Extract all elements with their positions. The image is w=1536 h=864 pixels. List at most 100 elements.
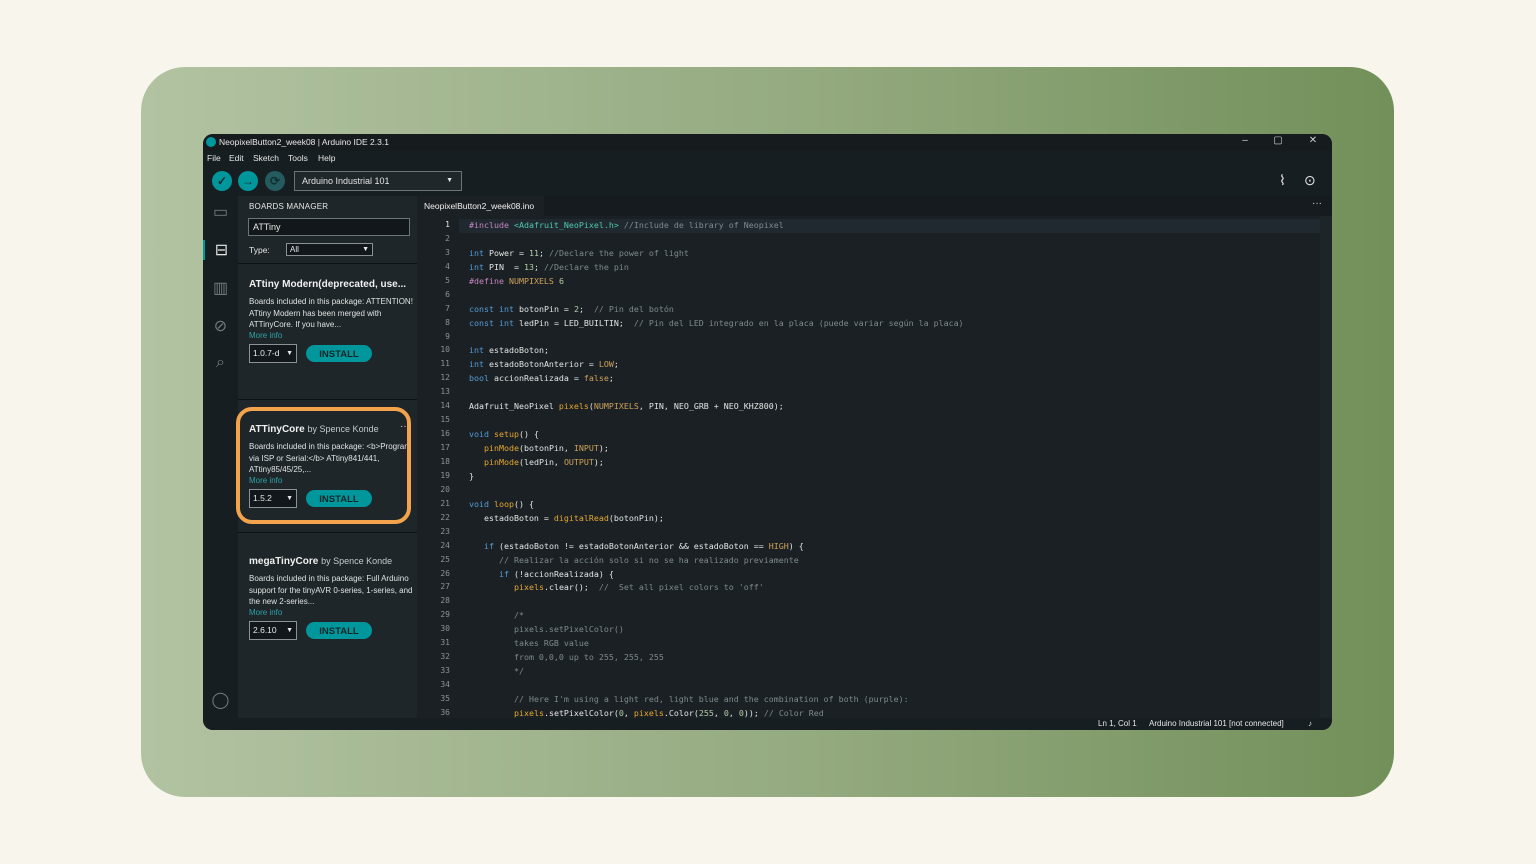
menu-sketch[interactable]: Sketch — [253, 153, 279, 163]
code-line[interactable]: // Here I'm using a light red, light blu… — [469, 692, 909, 706]
profile-button[interactable]: ◯ — [203, 690, 238, 710]
menu-tools[interactable]: Tools — [288, 153, 308, 163]
code-line[interactable]: } — [469, 469, 474, 483]
type-filter-value: All — [290, 245, 299, 254]
line-number: 12 — [440, 373, 450, 382]
debug-icon: ⟳ — [269, 174, 281, 188]
code-area[interactable]: 1 #include <Adafruit_NeoPixel.h> //Includ… — [417, 218, 1320, 718]
line-number: 10 — [440, 345, 450, 354]
code-line[interactable]: takes RGB value — [469, 636, 589, 650]
cursor-position[interactable]: Ln 1, Col 1 — [1098, 719, 1137, 728]
line-number: 2 — [445, 234, 450, 243]
line-number: 3 — [445, 248, 450, 257]
line-number: 8 — [445, 318, 450, 327]
code-line[interactable]: Adafruit_NeoPixel pixels(NUMPIXELS, PIN,… — [469, 399, 784, 413]
code-line[interactable]: void loop() { — [469, 497, 534, 511]
code-line[interactable]: /* — [469, 608, 524, 622]
upload-button[interactable]: → — [238, 171, 258, 191]
code-line[interactable]: int estadoBoton; — [469, 343, 549, 357]
type-filter-select[interactable]: All ▼ — [286, 243, 373, 256]
window-title: NeopixelButton2_week08 | Arduino IDE 2.3… — [219, 137, 389, 147]
line-number: 14 — [440, 401, 450, 410]
line-number: 7 — [445, 304, 450, 313]
close-button[interactable]: ✕ — [1296, 135, 1330, 146]
line-number: 18 — [440, 457, 450, 466]
boards-search-input[interactable] — [248, 218, 410, 236]
code-line[interactable]: estadoBoton = digitalRead(botonPin); — [469, 511, 664, 525]
board-selector[interactable]: Arduino Industrial 101 ▼ — [294, 171, 462, 191]
code-editor[interactable]: NeopixelButton2_week08.ino ··· 1 #include… — [417, 196, 1332, 718]
toolbar: ✓ → ⟳ Arduino Industrial 101 ▼ ⌇ ⊙ — [203, 166, 1332, 196]
board-name: ATtiny Modern(deprecated, use... — [249, 279, 407, 290]
menu-help[interactable]: Help — [318, 153, 335, 163]
board-description: Boards included in this package: ATTENTI… — [249, 297, 413, 329]
search-button[interactable]: ⌕ — [203, 354, 238, 372]
menu-file[interactable]: File — [207, 153, 221, 163]
line-number: 35 — [440, 694, 450, 703]
version-select[interactable]: 1.0.7-d ▼ — [249, 343, 297, 363]
divider — [238, 532, 417, 533]
sketchbook-button[interactable]: ▭ — [203, 202, 238, 222]
plotter-icon: ⌇ — [1279, 172, 1286, 188]
code-line[interactable]: if (!accionRealizada) { — [469, 567, 614, 581]
menu-edit[interactable]: Edit — [229, 153, 244, 163]
code-line[interactable]: #define NUMPIXELS 6 — [469, 274, 564, 288]
code-line[interactable]: pinMode(botonPin, INPUT); — [469, 441, 609, 455]
line-number: 21 — [440, 499, 450, 508]
attinycore-highlight-box — [236, 407, 411, 524]
board-name: megaTinyCore by Spence Konde — [249, 556, 393, 567]
board-icon: ⊟ — [214, 242, 229, 259]
debug-panel-button[interactable]: ⊘ — [203, 316, 238, 336]
line-number: 19 — [440, 471, 450, 480]
code-line[interactable]: int PIN = 13; //Declare the pin — [469, 260, 629, 274]
boards-manager-button[interactable]: ⊟ — [203, 240, 238, 260]
line-number: 11 — [440, 359, 450, 368]
line-number: 27 — [440, 582, 450, 591]
debug-button[interactable]: ⟳ — [265, 171, 285, 191]
menu-bar: File Edit Sketch Tools Help — [203, 151, 1332, 166]
version-select[interactable]: 2.6.10 ▼ — [249, 620, 297, 640]
line-number: 15 — [440, 415, 450, 424]
minimize-button[interactable]: – — [1228, 135, 1262, 146]
code-line[interactable]: pixels.clear(); // Set all pixel colors … — [469, 580, 764, 594]
code-line[interactable]: from 0,0,0 up to 255, 255, 255 — [469, 650, 664, 664]
serial-plotter-button[interactable]: ⌇ — [1279, 172, 1286, 189]
library-manager-button[interactable]: ▥ — [203, 278, 238, 298]
more-options-icon[interactable]: ··· — [1312, 198, 1322, 209]
install-button[interactable]: INSTALL — [306, 344, 372, 362]
chevron-down-icon: ▼ — [362, 246, 369, 253]
bell-icon[interactable]: ♪ — [1308, 719, 1312, 728]
code-line[interactable]: bool accionRealizada = false; — [469, 371, 614, 385]
more-info-link[interactable]: More info — [249, 608, 413, 618]
code-line[interactable]: const int botonPin = 2; // Pin del botón — [469, 302, 674, 316]
code-line[interactable]: void setup() { — [469, 427, 539, 441]
board-status[interactable]: Arduino Industrial 101 [not connected] — [1149, 719, 1284, 728]
code-line[interactable]: if (estadoBoton != estadoBotonAnterior &… — [469, 539, 804, 553]
vertical-scrollbar[interactable] — [1320, 216, 1332, 718]
chevron-down-icon: ▼ — [286, 349, 293, 357]
code-line[interactable]: int Power = 11; //Declare the power of l… — [469, 246, 689, 260]
code-line[interactable]: */ — [469, 664, 524, 678]
more-info-link[interactable]: More info — [249, 331, 413, 341]
tab-sketch-file[interactable]: NeopixelButton2_week08.ino — [417, 196, 545, 216]
serial-monitor-button[interactable]: ⊙ — [1304, 172, 1316, 189]
install-button[interactable]: INSTALL — [306, 621, 372, 639]
line-number: 5 — [445, 276, 450, 285]
line-number: 24 — [440, 541, 450, 550]
code-line[interactable]: // Realizar la acción solo si no se ha r… — [469, 553, 799, 567]
code-line[interactable]: #include <Adafruit_NeoPixel.h> //Include… — [469, 218, 784, 232]
arduino-app-icon — [206, 137, 216, 147]
line-number: 23 — [440, 527, 450, 536]
code-line[interactable]: pixels.setPixelColor(0, pixels.Color(255… — [469, 706, 824, 718]
code-line[interactable]: pinMode(ledPin, OUTPUT); — [469, 455, 604, 469]
chevron-down-icon: ▼ — [286, 626, 293, 634]
check-icon: ✓ — [216, 174, 228, 188]
install-row: 1.0.7-d ▼ INSTALL — [249, 343, 413, 364]
verify-button[interactable]: ✓ — [212, 171, 232, 191]
line-number: 17 — [440, 443, 450, 452]
arrow-right-icon: → — [242, 174, 254, 188]
code-line[interactable]: pixels.setPixelColor() — [469, 622, 624, 636]
code-line[interactable]: int estadoBotonAnterior = LOW; — [469, 357, 619, 371]
maximize-button[interactable]: ▢ — [1261, 135, 1295, 146]
code-line[interactable]: const int ledPin = LED_BUILTIN; // Pin d… — [469, 316, 964, 330]
